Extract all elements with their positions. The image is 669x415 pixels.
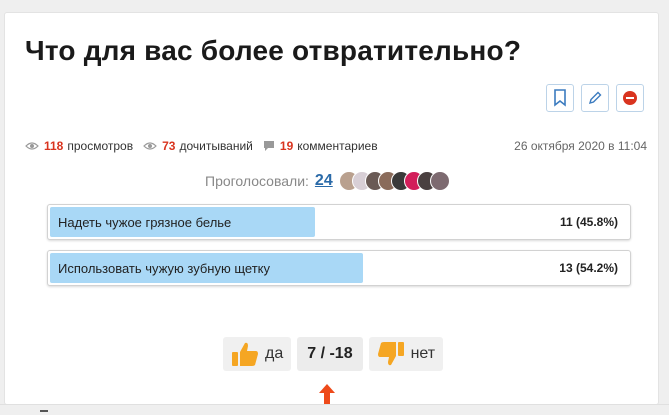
bookmark-button[interactable] <box>546 84 574 112</box>
poll-option-result: 13 (54.2%) <box>559 261 618 275</box>
views-label: просмотров <box>67 139 134 153</box>
views-stat: 118 просмотров <box>25 139 133 153</box>
edit-button[interactable] <box>581 84 609 112</box>
rating-bar: да 7 / -18 нет <box>223 337 444 371</box>
bookmark-icon <box>554 89 566 107</box>
vote-yes-label: да <box>265 345 284 362</box>
rating-score: 7 / -18 <box>297 337 363 371</box>
thumbs-down-icon <box>377 342 404 366</box>
poll-option[interactable]: Использовать чужую зубную щетку 13 (54.2… <box>47 250 631 286</box>
pencil-icon <box>588 91 602 105</box>
comments-label: комментариев <box>297 139 378 153</box>
vote-no-button[interactable]: нет <box>368 337 444 371</box>
avatar[interactable] <box>429 171 450 191</box>
next-post-hint <box>40 410 48 412</box>
views-count: 118 <box>44 139 64 153</box>
comments-count: 19 <box>279 139 294 153</box>
voters-summary: Проголосовали: 24 <box>205 171 450 191</box>
poll-option-label: Надеть чужое грязное белье <box>58 215 232 230</box>
reads-label: дочитываний <box>179 139 253 153</box>
voters-label: Проголосовали: <box>205 173 309 189</box>
post-title: Что для вас более отвратительно? <box>25 35 522 66</box>
eye-icon <box>143 142 157 150</box>
reads-count: 73 <box>162 139 176 153</box>
vote-no-label: нет <box>410 345 436 362</box>
poll-option-label: Использовать чужую зубную щетку <box>58 261 270 276</box>
poll-option[interactable]: Надеть чужое грязное белье 11 (45.8%) <box>47 204 631 240</box>
voter-avatars[interactable] <box>338 171 450 191</box>
reads-stat: 73 дочитываний <box>143 139 253 153</box>
eye-icon <box>25 142 39 150</box>
arrow-up-icon <box>319 384 335 405</box>
thumbs-up-icon <box>232 342 258 366</box>
divider <box>0 404 669 405</box>
voters-count-link[interactable]: 24 <box>315 172 333 190</box>
comment-icon <box>263 141 274 151</box>
vote-yes-button[interactable]: да <box>223 337 292 371</box>
block-button[interactable] <box>616 84 644 112</box>
post-stats: 118 просмотров 73 дочитываний 19 коммент… <box>25 139 647 153</box>
post-date: 26 октября 2020 в 11:04 <box>514 139 647 153</box>
post-toolbar <box>546 84 644 112</box>
comments-stat[interactable]: 19 комментариев <box>263 139 378 153</box>
poll-option-result: 11 (45.8%) <box>559 215 618 229</box>
no-entry-icon <box>623 91 637 105</box>
